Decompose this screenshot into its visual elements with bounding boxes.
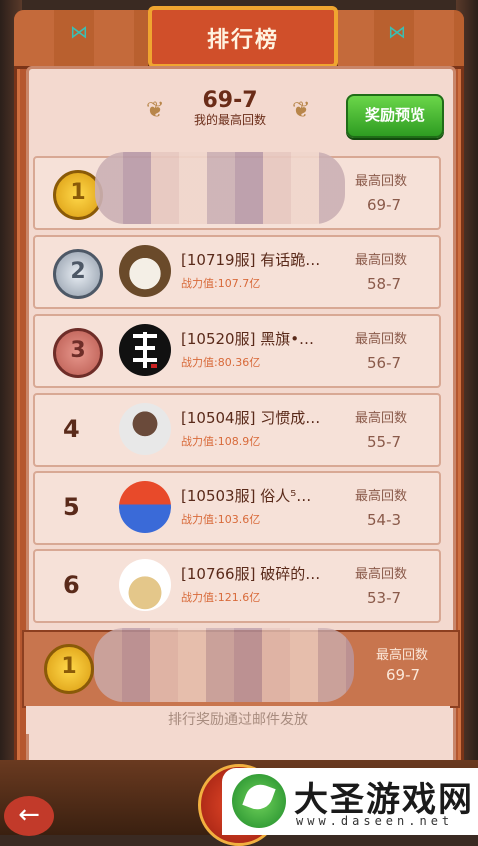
blurred-player-info — [95, 152, 345, 224]
back-button[interactable]: ← — [4, 796, 54, 836]
power-value: 战力值:103.6亿 — [181, 513, 261, 526]
rank-number: 3 — [70, 338, 86, 363]
player-name: [10520服] 黑旗•… — [181, 330, 315, 348]
highest-label: 最高回数 — [355, 174, 408, 189]
avatar[interactable] — [119, 324, 171, 376]
ranking-row[interactable]: 3 [10520服] 黑旗•… 战力值:80.36亿 最高回数 56-7 — [33, 314, 441, 388]
player-name: [10766服] 破碎的… — [181, 565, 321, 583]
best-score: 69-7 我的最高回数 — [140, 88, 320, 138]
rank-number: 4 — [63, 415, 80, 443]
highest-value: 53-7 — [367, 589, 402, 607]
best-score-value: 69-7 — [202, 88, 258, 113]
rank-number: 1 — [61, 654, 77, 679]
rank-number: 1 — [70, 180, 86, 205]
highest-value: 69-7 — [386, 666, 421, 684]
highest-value: 58-7 — [367, 275, 402, 293]
fish-icon: ⋈ — [388, 22, 406, 43]
highest-value: 55-7 — [367, 433, 402, 451]
highest-label: 最高回数 — [355, 332, 408, 347]
highest-label: 最高回数 — [355, 489, 408, 504]
silver-medal-icon: 2 — [53, 249, 103, 299]
player-name: [10503服] 俗人⁵… — [181, 487, 312, 505]
power-value: 战力值:80.36亿 — [181, 356, 261, 369]
rank-number: 5 — [63, 493, 80, 521]
title-plate: 排行榜 — [148, 6, 338, 68]
avatar[interactable] — [119, 481, 171, 533]
avatar[interactable] — [119, 403, 171, 455]
watermark-url: www.daseen.net — [296, 814, 454, 828]
gold-medal-icon: 1 — [44, 644, 94, 694]
ranking-row[interactable]: 5 [10503服] 俗人⁵… 战力值:103.6亿 最高回数 54-3 — [33, 471, 441, 545]
highest-value: 54-3 — [367, 511, 402, 529]
watermark: 大圣游戏网 www.daseen.net — [222, 768, 478, 835]
player-name: [10504服] 习惯成… — [181, 409, 321, 427]
bronze-medal-icon: 3 — [53, 328, 103, 378]
calligraphy-icon — [133, 332, 157, 368]
ranking-row[interactable]: 1 最高回数 69-7 — [33, 152, 441, 230]
reward-preview-button[interactable]: 奖励预览 — [346, 94, 444, 138]
player-name: [10719服] 有话跪… — [181, 251, 321, 269]
highest-label: 最高回数 — [376, 648, 429, 663]
rank-number: 6 — [63, 571, 80, 599]
rank-number: 2 — [70, 259, 86, 284]
blurred-player-info — [94, 628, 354, 702]
highest-value: 69-7 — [367, 196, 402, 214]
ranking-row[interactable]: 2 [10719服] 有话跪… 战力值:107.7亿 最高回数 58-7 — [33, 235, 441, 309]
leaf-logo-icon — [232, 774, 286, 828]
highest-label: 最高回数 — [355, 253, 408, 268]
power-value: 战力值:108.9亿 — [181, 435, 261, 448]
power-value: 战力值:121.6亿 — [181, 591, 261, 604]
footer-note: 排行奖励通过邮件发放 — [26, 706, 450, 734]
my-ranking-row[interactable]: 1 最高回数 69-7 — [22, 628, 460, 708]
highest-label: 最高回数 — [355, 411, 408, 426]
highest-label: 最高回数 — [355, 567, 408, 582]
page-title: 排行榜 — [206, 28, 279, 53]
ranking-row[interactable]: 4 [10504服] 习惯成… 战力值:108.9亿 最高回数 55-7 — [33, 393, 441, 467]
highest-value: 56-7 — [367, 354, 402, 372]
fish-icon: ⋈ — [70, 22, 88, 43]
ranking-row[interactable]: 6 [10766服] 破碎的… 战力值:121.6亿 最高回数 53-7 — [33, 549, 441, 623]
best-score-label: 我的最高回数 — [193, 113, 266, 127]
avatar[interactable] — [119, 559, 171, 611]
avatar[interactable] — [119, 245, 171, 297]
power-value: 战力值:107.7亿 — [181, 277, 261, 290]
